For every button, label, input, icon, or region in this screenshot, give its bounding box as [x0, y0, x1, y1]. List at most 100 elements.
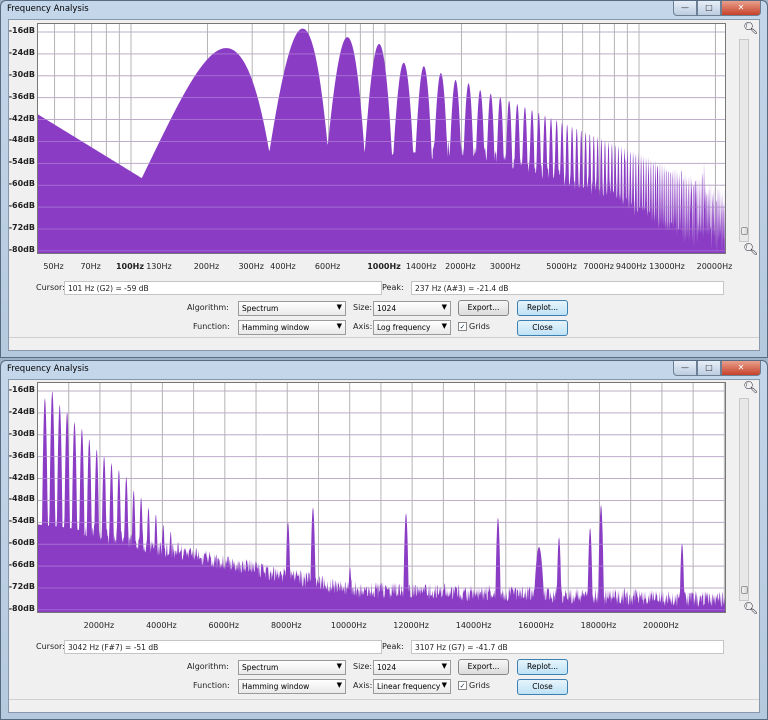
replot-button[interactable]: Replot...	[517, 659, 568, 675]
cursor-label: Cursor:	[36, 283, 65, 292]
x-axis-tick-label: 20000Hz	[643, 621, 679, 630]
x-axis-tick-label: 18000Hz	[580, 621, 617, 630]
spectrum-series	[38, 391, 725, 612]
x-axis-tick-label: 50Hz	[43, 262, 64, 271]
status-bar	[9, 337, 759, 350]
vertical-zoom-slider[interactable]	[739, 39, 749, 242]
algorithm-label: Algorithm:	[187, 662, 229, 671]
x-axis-tick-label: 100Hz	[115, 262, 145, 271]
x-axis-tick-label: 200Hz	[193, 262, 220, 271]
function-label: Function:	[193, 681, 230, 690]
dropdown-arrow-icon: ▼	[336, 303, 342, 311]
algorithm-select[interactable]: Spectrum ▼	[238, 660, 346, 675]
peak-label: Peak:	[382, 642, 404, 651]
axis-label: Axis:	[353, 681, 373, 690]
window-controls: — □ ✕	[673, 1, 761, 16]
x-axis-tick-label: 12000Hz	[393, 621, 429, 630]
axis-select[interactable]: Linear frequency ▼	[373, 679, 451, 694]
x-axis-tick-label: 5000Hz	[546, 262, 577, 271]
peak-label: Peak:	[382, 283, 404, 292]
x-axis-tick-label: 14000Hz	[455, 621, 492, 630]
spectrum-plot[interactable]	[37, 23, 726, 254]
zoom-out-icon[interactable]: 🔍︎	[743, 601, 758, 615]
y-axis-tick-label: -66dB	[8, 560, 35, 570]
axis-select[interactable]: Log frequency ▼	[373, 320, 451, 335]
grids-checkbox[interactable]: ✓	[458, 681, 467, 690]
export-button[interactable]: Export...	[458, 659, 509, 675]
y-axis-tick-label: -36dB	[8, 91, 35, 101]
algorithm-select[interactable]: Spectrum ▼	[238, 301, 346, 316]
dialog-client-area: -16dB -24dB -30dB -36dB -42dB -48dB -54dB -60dB…	[8, 19, 760, 351]
close-window-button[interactable]: ✕	[721, 1, 761, 16]
maximize-button[interactable]: □	[697, 361, 721, 376]
export-button[interactable]: Export...	[458, 300, 509, 316]
y-axis-tick-label: -42dB	[8, 113, 35, 123]
maximize-button[interactable]: □	[697, 1, 721, 16]
minimize-button[interactable]: —	[673, 1, 697, 16]
dropdown-arrow-icon: ▼	[441, 322, 447, 330]
peak-readout: 237 Hz (A#3) = -21.4 dB	[411, 281, 724, 295]
window-title: Frequency Analysis	[7, 4, 89, 14]
grids-checkbox[interactable]: ✓	[458, 322, 467, 331]
y-axis-tick-label: -24dB	[8, 406, 35, 416]
x-axis-tick-label: 3000Hz	[489, 262, 521, 271]
zoom-out-icon[interactable]: 🔍︎	[743, 242, 758, 256]
function-select-value: Hamming window	[242, 682, 310, 691]
y-axis-tick-label: -80dB	[8, 603, 35, 613]
x-axis-tick-label: 20000Hz	[696, 262, 733, 271]
replot-button[interactable]: Replot...	[517, 300, 568, 316]
y-axis-tick-label: -36dB	[8, 450, 35, 460]
x-axis-tick-label: 2000Hz	[83, 621, 115, 630]
frequency-analysis-window-log: Frequency Analysis — □ ✕ -16dB -24dB -30dB…	[0, 0, 768, 358]
y-axis-tick-label: -54dB	[8, 516, 35, 526]
cursor-label: Cursor:	[36, 642, 65, 651]
spectrum-chart	[38, 383, 725, 612]
algorithm-select-value: Spectrum	[242, 663, 279, 672]
y-axis-tick-label: -16dB	[8, 26, 35, 35]
zoom-in-icon[interactable]: 🔍︎	[743, 380, 758, 394]
x-axis-tick-label: 70Hz	[80, 262, 101, 271]
frequency-analysis-window-linear: Frequency Analysis — □ ✕ -16dB -24dB -30dB…	[0, 360, 768, 720]
x-axis-tick-label: 600Hz	[314, 262, 341, 271]
dropdown-arrow-icon: ▼	[336, 681, 342, 689]
y-axis-tick-label: -66dB	[8, 201, 35, 211]
size-label: Size:	[353, 303, 373, 312]
slider-thumb[interactable]	[741, 227, 748, 235]
x-axis-tick-label: 7000Hz	[583, 262, 614, 271]
x-axis-tick-label: 4000Hz	[146, 621, 177, 630]
x-axis-tick-label: 9400Hz	[615, 262, 647, 271]
x-axis-tick-label: 13000Hz	[649, 262, 685, 271]
function-label: Function:	[193, 322, 230, 331]
slider-thumb[interactable]	[741, 586, 748, 594]
close-button[interactable]: Close	[517, 320, 568, 336]
window-controls: — □ ✕	[673, 361, 761, 376]
y-axis-tick-label: -80dB	[8, 244, 35, 254]
y-axis-tick-label: -24dB	[8, 47, 35, 57]
x-axis-tick-label: 130Hz	[146, 262, 172, 271]
cursor-readout: 3042 Hz (F#7) = -51 dB	[64, 640, 382, 654]
x-axis-tick-label: 8000Hz	[270, 621, 302, 630]
y-axis-tick-label: -16dB	[8, 385, 35, 394]
close-button[interactable]: Close	[517, 679, 568, 695]
x-axis-tick-label: 400Hz	[270, 262, 296, 271]
size-select-value: 1024	[377, 663, 397, 672]
dropdown-arrow-icon: ▼	[441, 303, 447, 311]
function-select[interactable]: Hamming window ▼	[238, 320, 346, 335]
cursor-readout: 101 Hz (G2) = -59 dB	[64, 281, 382, 295]
y-axis-tick-label: -42dB	[8, 472, 35, 482]
window-title: Frequency Analysis	[7, 364, 89, 374]
function-select[interactable]: Hamming window ▼	[238, 679, 346, 694]
vertical-zoom-slider[interactable]	[739, 398, 749, 601]
dropdown-arrow-icon: ▼	[336, 662, 342, 670]
zoom-in-icon[interactable]: 🔍︎	[743, 21, 758, 35]
x-axis-tick-label: 300Hz	[238, 262, 264, 271]
y-axis-tick-label: -72dB	[8, 581, 35, 591]
y-axis-tick-label: -54dB	[8, 157, 35, 167]
size-select[interactable]: 1024 ▼	[373, 660, 451, 675]
minimize-button[interactable]: —	[673, 361, 697, 376]
spectrum-plot[interactable]	[37, 382, 726, 613]
peak-readout: 3107 Hz (G7) = -41.7 dB	[411, 640, 724, 654]
size-select[interactable]: 1024 ▼	[373, 301, 451, 316]
y-axis-tick-label: -48dB	[8, 135, 35, 145]
close-window-button[interactable]: ✕	[721, 361, 761, 376]
